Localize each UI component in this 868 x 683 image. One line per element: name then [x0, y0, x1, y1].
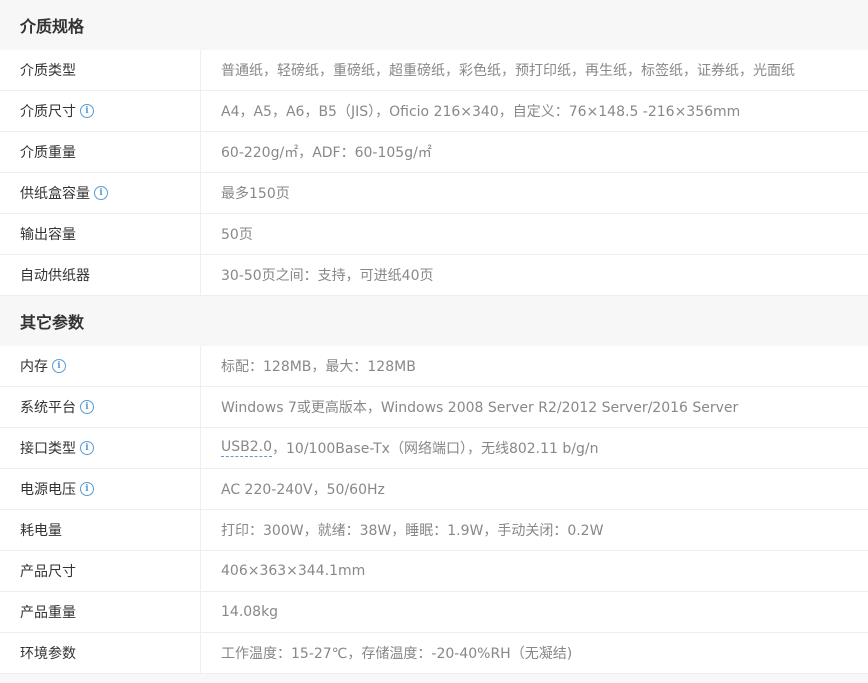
- spec-label: 介质重量: [0, 132, 201, 172]
- info-icon[interactable]: i: [80, 104, 94, 118]
- spec-value: USB2.0 ，10/100Base-Tx（网络端口），无线802.11 b/g/…: [201, 428, 868, 468]
- spec-value: A4，A5，A6，B5（JIS），Oficio 216×340，自定义：76×1…: [221, 104, 741, 120]
- section-title-media-specs: 介质规格: [0, 0, 868, 50]
- spec-row-power-consumption: 耗电量 打印：300W，就绪：38W，睡眠：1.9W，手动关闭：0.2W: [0, 510, 868, 551]
- info-icon[interactable]: i: [80, 441, 94, 455]
- spec-row-adf: 自动供纸器 30-50页之间：支持，可进纸40页: [0, 255, 868, 296]
- spec-label: 自动供纸器: [0, 255, 201, 295]
- spec-row-product-weight: 产品重量 14.08kg: [0, 592, 868, 633]
- spec-row-product-size: 产品尺寸 406×363×344.1mm: [0, 551, 868, 592]
- interface-rest: ，10/100Base-Tx（网络端口），无线802.11 b/g/n: [272, 441, 599, 457]
- spec-row-media-size: 介质尺寸 i A4，A5，A6，B5（JIS），Oficio 216×340，自定…: [0, 91, 868, 132]
- spec-value: 工作温度：15-27℃，存储温度：-20-40%RH（无凝结): [221, 646, 573, 662]
- spec-row-tray-capacity: 供纸盒容量 i 最多150页: [0, 173, 868, 214]
- spec-label: 接口类型 i: [0, 428, 201, 468]
- spec-value: 最多150页: [221, 186, 290, 202]
- spec-row-media-type: 介质类型 普通纸，轻磅纸，重磅纸，超重磅纸，彩色纸，预打印纸，再生纸，标签纸，证…: [0, 50, 868, 91]
- info-icon[interactable]: i: [80, 482, 94, 496]
- spec-row-output-capacity: 输出容量 50页: [0, 214, 868, 255]
- spec-row-media-weight: 介质重量 60-220g/㎡，ADF：60-105g/㎡: [0, 132, 868, 173]
- spec-label: 介质尺寸 i: [0, 91, 201, 131]
- spec-label: 产品重量: [0, 592, 201, 632]
- spec-value: 406×363×344.1mm: [221, 563, 366, 579]
- spec-value: Windows 7或更高版本，Windows 2008 Server R2/20…: [221, 400, 739, 416]
- spec-label: 输出容量: [0, 214, 201, 254]
- spec-row-interface: 接口类型 i USB2.0 ，10/100Base-Tx（网络端口），无线802.1…: [0, 428, 868, 469]
- spec-label: 电源电压 i: [0, 469, 201, 509]
- spec-value: 标配：128MB，最大：128MB: [221, 359, 416, 375]
- section-title-other-params: 其它参数: [0, 296, 868, 346]
- spec-value: 60-220g/㎡，ADF：60-105g/㎡: [221, 145, 432, 161]
- usb-term-link[interactable]: USB2.0: [221, 439, 273, 457]
- spec-value: 50页: [221, 227, 253, 243]
- spec-value: 14.08kg: [221, 604, 279, 620]
- spec-row-memory: 内存 i 标配：128MB，最大：128MB: [0, 346, 868, 387]
- spec-label: 系统平台 i: [0, 387, 201, 427]
- spec-value: 30-50页之间：支持，可进纸40页: [221, 268, 434, 284]
- spec-label: 内存 i: [0, 346, 201, 386]
- spec-label: 供纸盒容量 i: [0, 173, 201, 213]
- info-icon[interactable]: i: [52, 359, 66, 373]
- spec-label: 介质类型: [0, 50, 201, 90]
- spec-row-os: 系统平台 i Windows 7或更高版本，Windows 2008 Server…: [0, 387, 868, 428]
- spec-row-environment: 环境参数 工作温度：15-27℃，存储温度：-20-40%RH（无凝结): [0, 633, 868, 674]
- spec-label: 环境参数: [0, 633, 201, 673]
- spec-label: 耗电量: [0, 510, 201, 550]
- spec-value: 普通纸，轻磅纸，重磅纸，超重磅纸，彩色纸，预打印纸，再生纸，标签纸，证券纸，光面…: [221, 63, 795, 79]
- spec-page: 介质规格 介质类型 普通纸，轻磅纸，重磅纸，超重磅纸，彩色纸，预打印纸，再生纸，…: [0, 0, 868, 683]
- spec-value: AC 220-240V，50/60Hz: [221, 482, 385, 498]
- spec-label: 产品尺寸: [0, 551, 201, 591]
- spec-row-power-voltage: 电源电压 i AC 220-240V，50/60Hz: [0, 469, 868, 510]
- spec-value: 打印：300W，就绪：38W，睡眠：1.9W，手动关闭：0.2W: [221, 523, 604, 539]
- info-icon[interactable]: i: [94, 186, 108, 200]
- info-icon[interactable]: i: [80, 400, 94, 414]
